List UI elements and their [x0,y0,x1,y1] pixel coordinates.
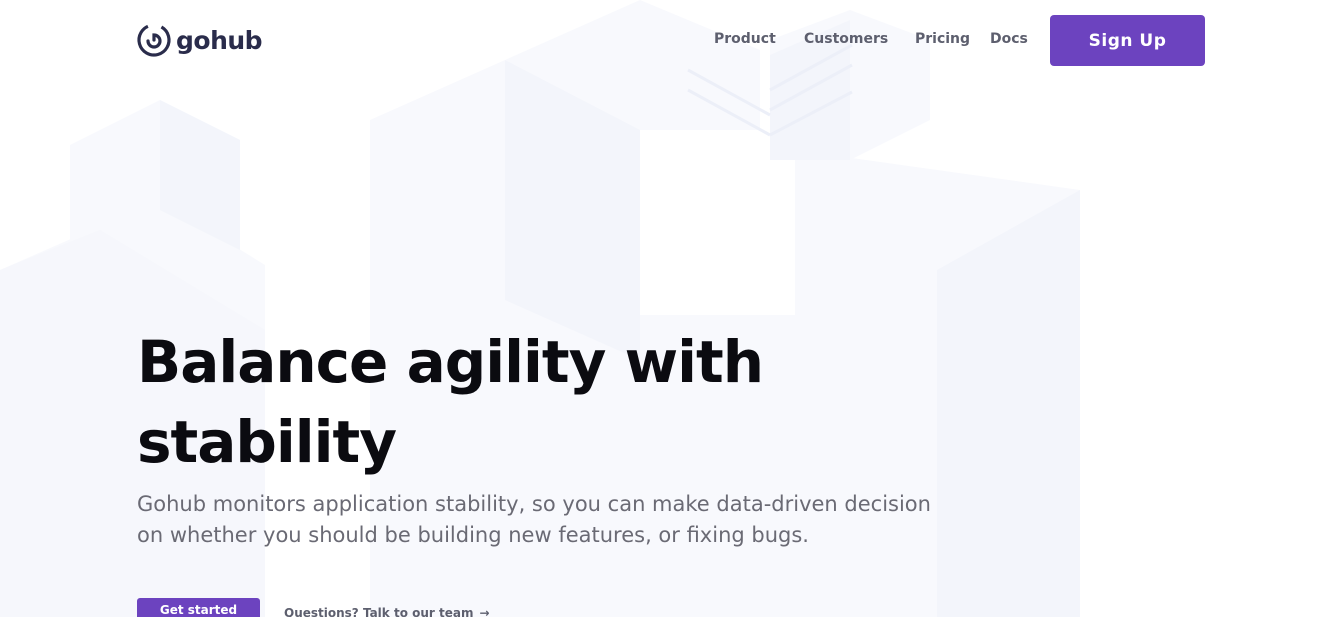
nav-pricing[interactable]: Pricing [915,31,970,47]
brand-logo[interactable]: gohub [136,22,263,58]
talk-to-team-link[interactable]: Questions? Talk to our team → [284,606,490,617]
nav-docs[interactable]: Docs [990,31,1028,47]
hero-title: Balance agility with stability [137,328,764,476]
sign-up-button[interactable]: Sign Up [1050,15,1205,66]
get-started-button[interactable]: Get started [137,598,260,617]
nav-product[interactable]: Product [714,31,776,47]
site-header: gohub Product Customers Pricing Docs Sig… [0,0,1339,80]
brand-name: gohub [176,25,263,55]
arrow-right-icon: → [479,606,490,617]
nav-customers[interactable]: Customers [804,31,888,47]
talk-to-team-label: Questions? Talk to our team [284,606,474,617]
hero-subtitle: Gohub monitors application stability, so… [137,492,931,547]
gohub-spiral-logo-icon [137,23,171,57]
